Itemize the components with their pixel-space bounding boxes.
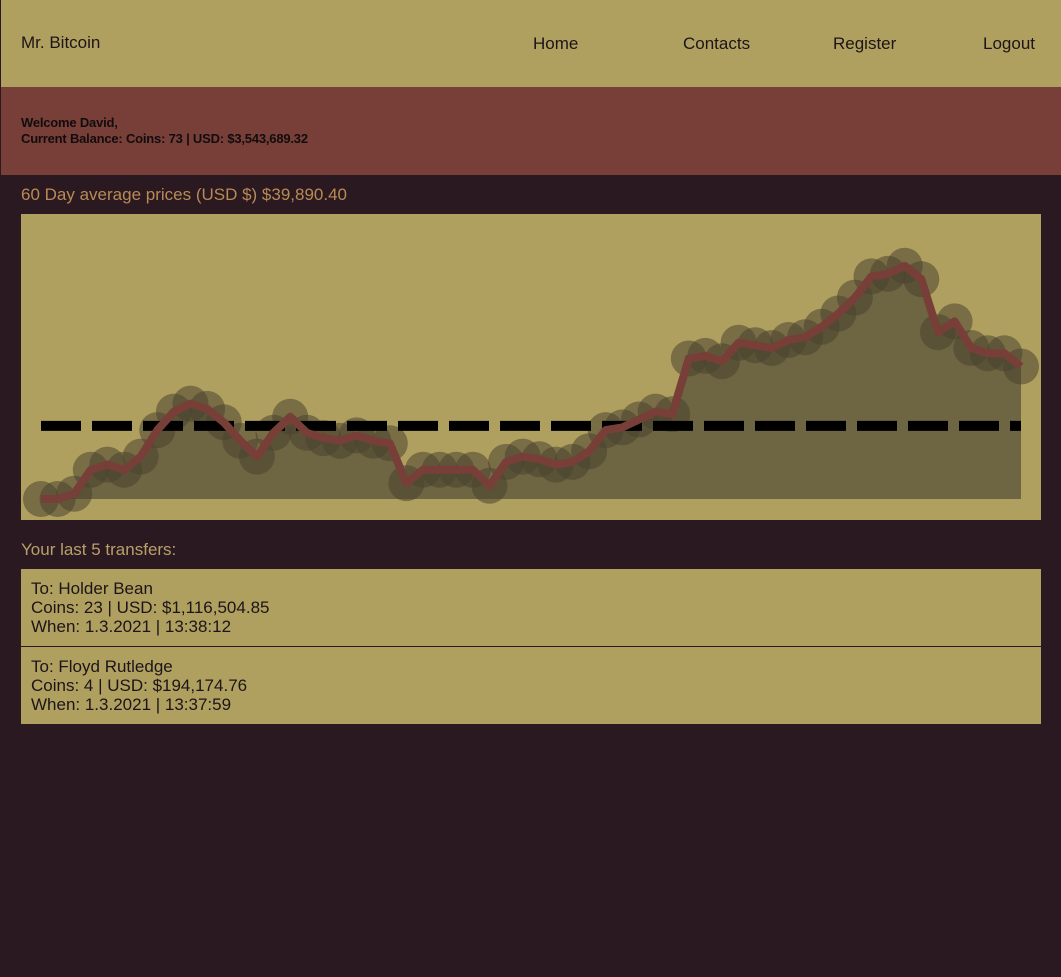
- transfer-amount: Coins: 23 | USD: $1,116,504.85: [31, 598, 270, 617]
- top-header: Mr. Bitcoin Home Contacts Register Logou…: [1, 0, 1061, 87]
- transfers-title: Your last 5 transfers:: [21, 540, 177, 559]
- transfer-amount: Coins: 4 | USD: $194,174.76: [31, 676, 248, 695]
- transfer-recipient: To: Floyd Rutledge: [31, 657, 173, 676]
- transfer-item: To: Floyd Rutledge Coins: 4 | USD: $194,…: [21, 647, 1041, 724]
- nav-logout-link[interactable]: Logout: [983, 34, 1035, 54]
- price-chart: [21, 214, 1041, 520]
- transfer-time: When: 1.3.2021 | 13:37:59: [31, 695, 232, 714]
- nav-contacts-link[interactable]: Contacts: [683, 34, 750, 54]
- transfer-item: To: Holder Bean Coins: 23 | USD: $1,116,…: [21, 569, 1041, 646]
- current-balance: Current Balance: Coins: 73 | USD: $3,543…: [21, 131, 308, 146]
- app-frame: Mr. Bitcoin Home Contacts Register Logou…: [1, 0, 1061, 977]
- transfer-time: When: 1.3.2021 | 13:38:12: [31, 617, 232, 636]
- chart-title: 60 Day average prices (USD $) $39,890.40: [21, 185, 348, 204]
- price-chart-svg: [23, 247, 1039, 517]
- nav-home-link[interactable]: Home: [533, 34, 578, 54]
- welcome-greeting: Welcome David,: [21, 115, 118, 130]
- nav-register-link[interactable]: Register: [833, 34, 896, 54]
- transfer-recipient: To: Holder Bean: [31, 579, 153, 598]
- welcome-banner: Welcome David, Current Balance: Coins: 7…: [1, 87, 1061, 175]
- brand-logo[interactable]: Mr. Bitcoin: [21, 33, 100, 53]
